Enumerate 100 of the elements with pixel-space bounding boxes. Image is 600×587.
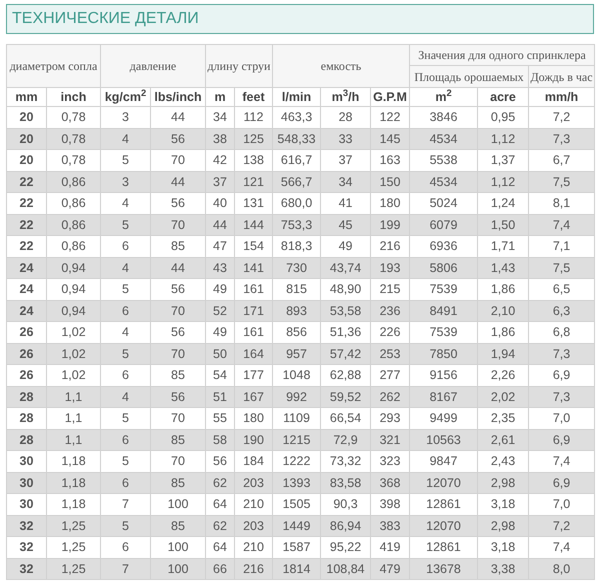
table-cell: 5: [100, 278, 150, 300]
table-cell: 3: [100, 106, 150, 128]
table-cell: 7,0: [528, 494, 595, 515]
table-cell: 398: [370, 494, 410, 515]
table-cell: 0,95: [478, 106, 529, 128]
table-cell: 7,0: [528, 408, 595, 429]
table-cell: 131: [234, 192, 273, 214]
table-cell: 90,3: [320, 494, 371, 515]
table-cell: 0,94: [46, 278, 100, 300]
table-cell: 54: [206, 364, 234, 386]
table-cell: 2,43: [478, 450, 529, 472]
table-cell: 216: [370, 236, 410, 257]
unit-header: lbs/inch: [150, 88, 206, 106]
table-cell: 66: [206, 558, 234, 580]
table-cell: 180: [370, 192, 410, 214]
table-cell: 66,54: [320, 408, 371, 429]
table-cell: 4: [100, 192, 150, 214]
table-cell: 9156: [410, 364, 478, 386]
unit-header: l/min: [272, 88, 321, 106]
table-cell: 20: [6, 150, 46, 171]
table-cell: 28: [320, 106, 371, 128]
group-header: длину струи: [206, 44, 273, 88]
table-cell: 12861: [410, 494, 478, 515]
table-cell: 40: [206, 192, 234, 214]
table-cell: 56: [150, 322, 206, 343]
table-cell: 64: [206, 536, 234, 558]
table-cell: 161: [234, 278, 273, 300]
unit-header: mm/h: [528, 88, 595, 106]
table-cell: 1,71: [478, 236, 529, 257]
table-cell: 28: [6, 408, 46, 429]
table-cell: 7: [100, 558, 150, 580]
unit-header: acre: [478, 88, 529, 106]
table-cell: 163: [370, 150, 410, 171]
table-cell: 13678: [410, 558, 478, 580]
group-header: давление: [100, 44, 206, 88]
table-cell: 616,7: [272, 150, 321, 171]
table-cell: 49: [206, 322, 234, 343]
table-cell: 1,24: [478, 192, 529, 214]
table-cell: 6,8: [528, 322, 595, 343]
table-cell: 64: [206, 494, 234, 515]
table-cell: 7539: [410, 322, 478, 343]
table-cell: 6,9: [528, 364, 595, 386]
subgroup-header: Площадь орошаемых: [410, 66, 529, 88]
table-cell: 215: [370, 278, 410, 300]
table-cell: 1505: [272, 494, 321, 515]
unit-header: kg/cm$^{2}$: [100, 88, 150, 106]
table-cell: 1222: [272, 450, 321, 472]
table-cell: 30: [6, 494, 46, 515]
table-cell: 2,35: [478, 408, 529, 429]
table-cell: 85: [150, 236, 206, 257]
table-cell: 100: [150, 494, 206, 515]
table-cell: 180: [234, 408, 273, 429]
table-cell: 49: [206, 278, 234, 300]
table-cell: 1814: [272, 558, 321, 580]
table-cell: 1,18: [46, 494, 100, 515]
table-cell: 680,0: [272, 192, 321, 214]
table-cell: 161: [234, 322, 273, 343]
table-cell: 1,02: [46, 364, 100, 386]
table-cell: 1109: [272, 408, 321, 429]
table-cell: 70: [150, 408, 206, 429]
group-header: емкость: [272, 44, 410, 88]
unit-header: m: [206, 88, 234, 106]
table-cell: 5024: [410, 192, 478, 214]
table-cell: 7,1: [528, 236, 595, 257]
table-cell: 20: [6, 106, 46, 128]
table-cell: 3,18: [478, 536, 529, 558]
table-cell: 3,18: [478, 494, 529, 515]
table-cell: 419: [370, 536, 410, 558]
table-cell: 108,84: [320, 558, 371, 580]
table-cell: 70: [150, 450, 206, 472]
table-cell: 95,22: [320, 536, 371, 558]
table-cell: 62,88: [320, 364, 371, 386]
table-cell: 56: [150, 192, 206, 214]
table-cell: 479: [370, 558, 410, 580]
table-cell: 56: [206, 450, 234, 472]
table-cell: 1587: [272, 536, 321, 558]
table-cell: 7,4: [528, 450, 595, 472]
table-cell: 26: [6, 322, 46, 343]
table-cell: 85: [150, 364, 206, 386]
table-cell: 1,86: [478, 322, 529, 343]
table-cell: 463,3: [272, 106, 321, 128]
table-cell: 47: [206, 236, 234, 257]
group-header: диаметром сопла: [6, 44, 100, 88]
unit-header: G.P.M: [370, 88, 410, 106]
table-cell: 4: [100, 322, 150, 343]
table-cell: 112: [234, 106, 273, 128]
table-cell: 9847: [410, 450, 478, 472]
table-cell: 0,78: [46, 106, 100, 128]
table-cell: 8,1: [528, 192, 595, 214]
table-cell: 32: [6, 536, 46, 558]
table-cell: 7: [100, 494, 150, 515]
table-cell: 26: [6, 364, 46, 386]
table-cell: 6: [100, 236, 150, 257]
table-cell: 70: [150, 150, 206, 171]
table-cell: 55: [206, 408, 234, 429]
table-cell: 0,86: [46, 236, 100, 257]
table-cell: 42: [206, 150, 234, 171]
table-cell: 30: [6, 450, 46, 472]
table-cell: 210: [234, 536, 273, 558]
table-cell: 73,32: [320, 450, 371, 472]
